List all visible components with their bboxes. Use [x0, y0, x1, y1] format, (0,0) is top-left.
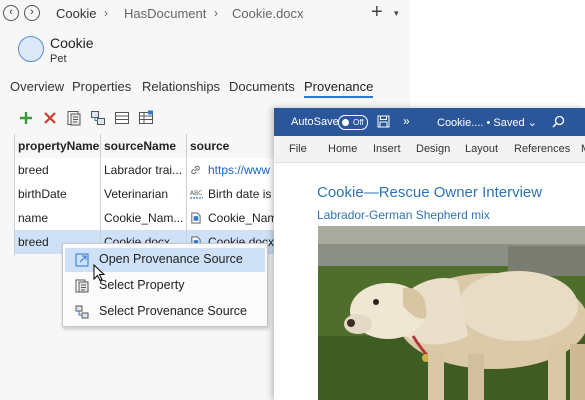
open-external-icon — [75, 253, 89, 267]
autosave-state: Off — [353, 118, 364, 127]
tab-documents[interactable]: Documents — [229, 79, 295, 94]
ribbon-tab-more[interactable]: M — [581, 143, 585, 155]
property-icon — [75, 279, 89, 293]
save-icon[interactable] — [377, 115, 390, 128]
add-icon[interactable]: + — [371, 1, 383, 24]
property-icon[interactable] — [66, 110, 82, 126]
tab-overview[interactable]: Overview — [10, 79, 64, 94]
ribbon-tab-design[interactable]: Design — [416, 143, 450, 155]
ribbon-tab-file[interactable]: File — [289, 143, 307, 155]
entity-type: Pet — [50, 53, 67, 65]
ribbon-tab-layout[interactable]: Layout — [465, 143, 498, 155]
source-name-cell: Labrador trai... — [104, 163, 183, 177]
breadcrumb-separator: › — [104, 6, 108, 20]
document-heading: Cookie—Rescue Owner Interview — [317, 184, 543, 201]
more-commands-icon[interactable]: » — [403, 114, 410, 128]
tab-properties[interactable]: Properties — [72, 79, 131, 94]
document-icon — [191, 212, 201, 224]
source-name-cell: Veterinarian — [104, 187, 169, 201]
list-icon[interactable] — [114, 110, 130, 126]
avatar — [18, 36, 44, 62]
ribbon-tab-home[interactable]: Home — [328, 143, 357, 155]
column-header[interactable]: propertyName — [14, 134, 100, 158]
entity-name: Cookie — [50, 35, 94, 51]
property-name-cell: breed — [18, 163, 49, 177]
document-subheading: Labrador-German Shepherd mix — [317, 208, 490, 222]
tab-provenance[interactable]: Provenance — [304, 79, 374, 98]
provenance-source-icon[interactable] — [90, 110, 106, 126]
autosave-toggle[interactable]: Off — [338, 115, 368, 130]
chevron-down-icon[interactable]: ▾ — [394, 8, 399, 19]
breadcrumb-separator: › — [214, 6, 218, 20]
context-menu: Open Provenance Source Select Property S… — [62, 243, 268, 327]
provenance-source-icon — [75, 305, 89, 319]
grid-line — [14, 134, 15, 256]
delete-icon[interactable] — [42, 110, 58, 126]
text-icon: ABC — [190, 190, 203, 199]
dog-photo — [318, 226, 585, 400]
grid-line — [186, 134, 187, 256]
ribbon-tab-insert[interactable]: Insert — [373, 143, 401, 155]
tab-relationships[interactable]: Relationships — [142, 79, 220, 94]
table-icon[interactable] — [138, 110, 154, 126]
word-title-bar: AutoSave Off » Cookie.... • Saved ⌄ — [274, 108, 585, 136]
menu-item-label: Select Provenance Source — [99, 304, 248, 318]
column-header[interactable]: sourceName — [100, 134, 186, 158]
link-icon — [191, 165, 200, 175]
mouse-cursor-icon — [93, 264, 105, 282]
breadcrumb-current: Cookie.docx — [232, 6, 304, 21]
autosave-label: AutoSave — [291, 116, 339, 128]
menu-item-label: Open Provenance Source — [99, 252, 243, 266]
breadcrumb-root[interactable]: Cookie — [56, 6, 96, 21]
search-icon[interactable] — [552, 115, 565, 128]
forward-icon[interactable]: › — [24, 5, 40, 21]
menu-item-label: Select Property — [99, 278, 185, 292]
document-title[interactable]: Cookie.... • Saved ⌄ — [437, 116, 537, 129]
chevron-down-icon: ⌄ — [527, 117, 537, 129]
ribbon-tabs: File Home Insert Design Layout Reference… — [274, 136, 585, 163]
navigation-bar: ‹ › Cookie › HasDocument › Cookie.docx +… — [0, 0, 410, 28]
property-name-cell: name — [18, 211, 49, 225]
property-name-cell: birthDate — [18, 187, 67, 201]
ribbon-tab-references[interactable]: References — [514, 143, 570, 155]
back-icon[interactable]: ‹ — [3, 5, 19, 21]
word-window: AutoSave Off » Cookie.... • Saved ⌄ File… — [274, 108, 585, 400]
select-provenance-source-menu-item[interactable]: Select Provenance Source — [65, 300, 265, 324]
toggle-knob — [342, 119, 349, 126]
document-title-text: Cookie.... • Saved — [437, 117, 525, 129]
breadcrumb-middle[interactable]: HasDocument — [124, 6, 206, 21]
grid-line — [100, 134, 101, 256]
column-header[interactable]: source — [186, 134, 276, 158]
source-name-cell: Cookie_Nam... — [104, 211, 184, 225]
svg-text:ABC: ABC — [190, 190, 202, 197]
add-icon[interactable] — [18, 110, 34, 126]
